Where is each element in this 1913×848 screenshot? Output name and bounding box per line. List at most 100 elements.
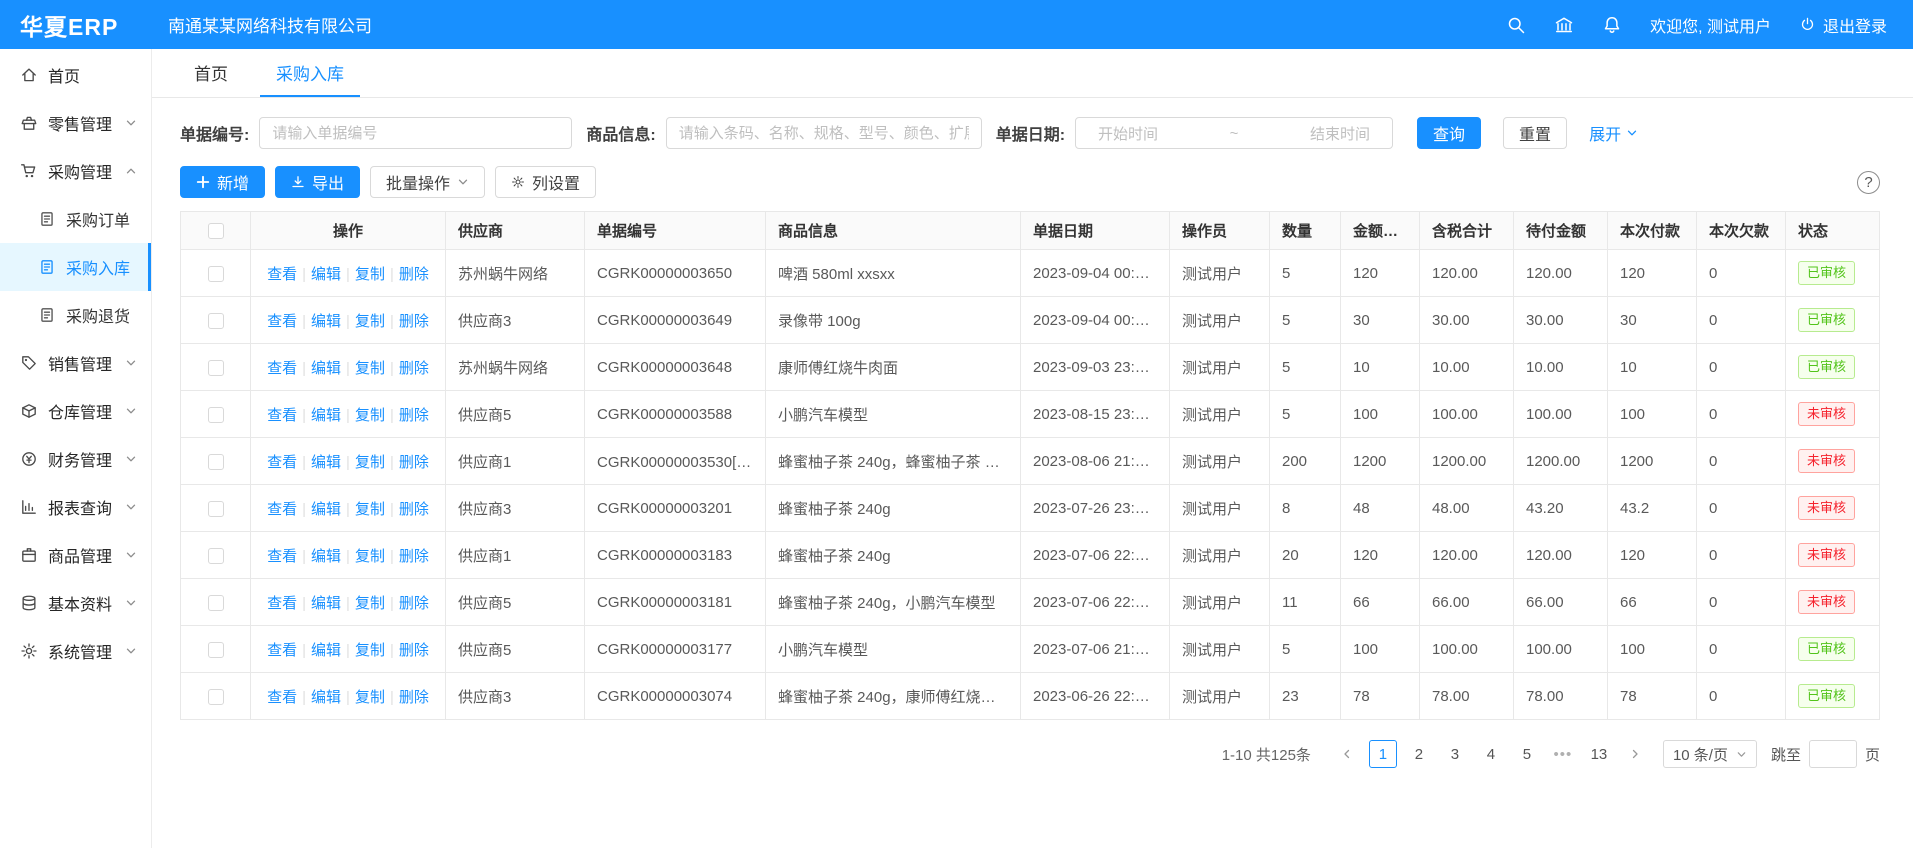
bill-no-input[interactable] <box>259 117 572 149</box>
jump-to-input[interactable] <box>1809 740 1857 768</box>
row-action-copy[interactable]: 复制 <box>355 548 385 565</box>
row-action-delete[interactable]: 删除 <box>399 689 429 706</box>
search-button[interactable]: 查询 <box>1417 117 1481 149</box>
row-checkbox[interactable] <box>208 266 224 282</box>
row-action-edit[interactable]: 编辑 <box>311 360 341 377</box>
bank-icon[interactable] <box>1554 15 1574 35</box>
page-size-select[interactable]: 10 条/页 <box>1663 740 1757 768</box>
row-action-delete[interactable]: 删除 <box>399 642 429 659</box>
sidebar-item-home[interactable]: 首页 <box>0 51 151 99</box>
sidebar-item-finance[interactable]: 财务管理 <box>0 435 151 483</box>
row-action-copy[interactable]: 复制 <box>355 313 385 330</box>
row-checkbox[interactable] <box>208 407 224 423</box>
sidebar-item-report[interactable]: 报表查询 <box>0 483 151 531</box>
help-icon[interactable]: ? <box>1857 171 1880 194</box>
row-checkbox[interactable] <box>208 360 224 376</box>
operator-cell: 测试用户 <box>1170 391 1270 438</box>
column-settings-button[interactable]: 列设置 <box>495 166 596 198</box>
add-button[interactable]: 新增 <box>180 166 265 198</box>
sidebar-item-sale[interactable]: 销售管理 <box>0 339 151 387</box>
search-icon[interactable] <box>1506 15 1526 35</box>
row-checkbox[interactable] <box>208 689 224 705</box>
row-action-view[interactable]: 查看 <box>267 266 297 283</box>
debt-cell: 0 <box>1697 391 1786 438</box>
row-action-delete[interactable]: 删除 <box>399 266 429 283</box>
page-button-1[interactable]: 1 <box>1369 740 1397 768</box>
select-all-checkbox[interactable] <box>208 223 224 239</box>
sidebar-item-basic[interactable]: 基本资料 <box>0 579 151 627</box>
row-action-delete[interactable]: 删除 <box>399 548 429 565</box>
page-button-4[interactable]: 4 <box>1477 740 1505 768</box>
row-action-delete[interactable]: 删除 <box>399 360 429 377</box>
row-checkbox[interactable] <box>208 501 224 517</box>
bill-no-cell: CGRK00000003649 <box>585 297 766 344</box>
operator-cell: 测试用户 <box>1170 438 1270 485</box>
action-divider: | <box>346 360 350 377</box>
row-checkbox[interactable] <box>208 595 224 611</box>
prev-page-button[interactable] <box>1333 740 1361 768</box>
sidebar-item-purchase-order[interactable]: 采购订单 <box>0 195 151 243</box>
row-checkbox[interactable] <box>208 548 224 564</box>
expand-link[interactable]: 展开 <box>1589 121 1638 145</box>
row-action-edit[interactable]: 编辑 <box>311 454 341 471</box>
sidebar-item-purchase[interactable]: 采购管理 <box>0 147 151 195</box>
row-action-edit[interactable]: 编辑 <box>311 407 341 424</box>
material-input[interactable] <box>666 117 982 149</box>
next-page-button[interactable] <box>1621 740 1649 768</box>
row-action-copy[interactable]: 复制 <box>355 689 385 706</box>
welcome-user[interactable]: 欢迎您, 测试用户 <box>1650 13 1771 37</box>
row-action-delete[interactable]: 删除 <box>399 454 429 471</box>
sidebar-item-purchase-in[interactable]: 采购入库 <box>0 243 151 291</box>
reset-button[interactable]: 重置 <box>1503 117 1567 149</box>
row-action-copy[interactable]: 复制 <box>355 501 385 518</box>
tax-total-cell: 100.00 <box>1420 626 1514 673</box>
row-action-copy[interactable]: 复制 <box>355 266 385 283</box>
row-action-view[interactable]: 查看 <box>267 595 297 612</box>
sidebar-item-retail[interactable]: 零售管理 <box>0 99 151 147</box>
gear-icon <box>511 175 525 189</box>
row-action-edit[interactable]: 编辑 <box>311 595 341 612</box>
row-checkbox[interactable] <box>208 313 224 329</box>
tab-purchase-in[interactable]: 采购入库 <box>260 49 360 97</box>
export-button[interactable]: 导出 <box>275 166 360 198</box>
row-action-copy[interactable]: 复制 <box>355 595 385 612</box>
sidebar-item-purchase-return[interactable]: 采购退货 <box>0 291 151 339</box>
row-action-copy[interactable]: 复制 <box>355 454 385 471</box>
action-divider: | <box>302 454 306 471</box>
date-range-picker[interactable]: 开始时间 ~ 结束时间 <box>1075 117 1393 149</box>
row-action-view[interactable]: 查看 <box>267 689 297 706</box>
row-action-copy[interactable]: 复制 <box>355 407 385 424</box>
page-button-3[interactable]: 3 <box>1441 740 1469 768</box>
row-action-edit[interactable]: 编辑 <box>311 313 341 330</box>
row-action-delete[interactable]: 删除 <box>399 501 429 518</box>
row-action-edit[interactable]: 编辑 <box>311 689 341 706</box>
row-action-view[interactable]: 查看 <box>267 407 297 424</box>
logout-button[interactable]: 退出登录 <box>1799 13 1887 37</box>
row-action-delete[interactable]: 删除 <box>399 595 429 612</box>
sidebar-item-warehouse[interactable]: 仓库管理 <box>0 387 151 435</box>
row-action-edit[interactable]: 编辑 <box>311 548 341 565</box>
row-action-edit[interactable]: 编辑 <box>311 642 341 659</box>
row-action-view[interactable]: 查看 <box>267 548 297 565</box>
row-action-delete[interactable]: 删除 <box>399 313 429 330</box>
row-action-copy[interactable]: 复制 <box>355 642 385 659</box>
row-action-view[interactable]: 查看 <box>267 360 297 377</box>
bell-icon[interactable] <box>1602 15 1622 35</box>
row-action-copy[interactable]: 复制 <box>355 360 385 377</box>
batch-actions-button[interactable]: 批量操作 <box>370 166 485 198</box>
row-checkbox[interactable] <box>208 454 224 470</box>
page-button-5[interactable]: 5 <box>1513 740 1541 768</box>
sidebar-item-system[interactable]: 系统管理 <box>0 627 151 675</box>
row-action-view[interactable]: 查看 <box>267 501 297 518</box>
row-action-delete[interactable]: 删除 <box>399 407 429 424</box>
row-action-view[interactable]: 查看 <box>267 642 297 659</box>
sidebar-item-goods[interactable]: 商品管理 <box>0 531 151 579</box>
page-button-2[interactable]: 2 <box>1405 740 1433 768</box>
row-action-view[interactable]: 查看 <box>267 313 297 330</box>
row-action-edit[interactable]: 编辑 <box>311 501 341 518</box>
row-action-edit[interactable]: 编辑 <box>311 266 341 283</box>
page-button-13[interactable]: 13 <box>1585 740 1613 768</box>
row-checkbox[interactable] <box>208 642 224 658</box>
tab-home[interactable]: 首页 <box>178 49 244 97</box>
row-action-view[interactable]: 查看 <box>267 454 297 471</box>
